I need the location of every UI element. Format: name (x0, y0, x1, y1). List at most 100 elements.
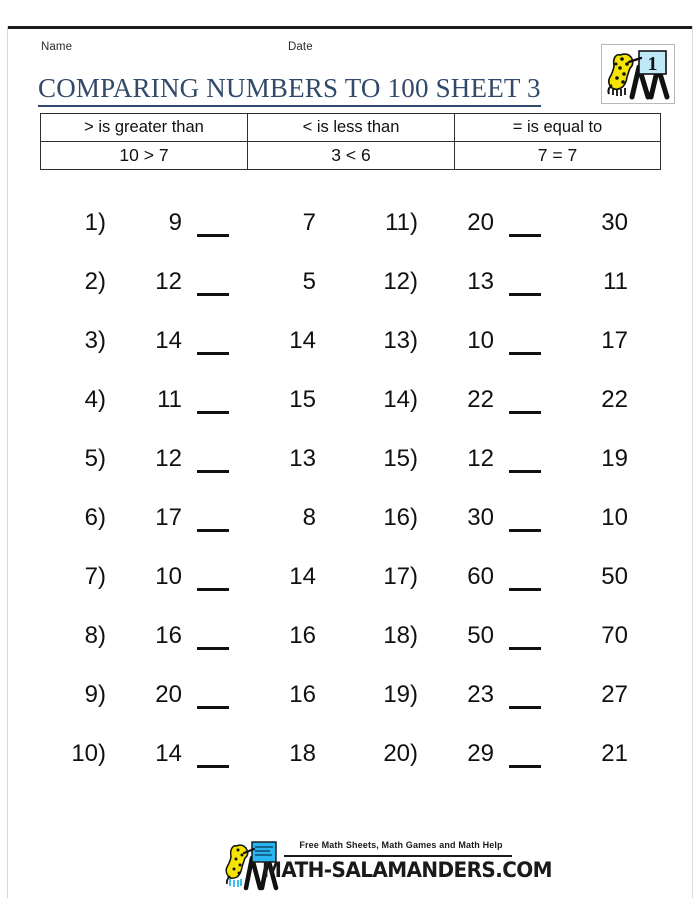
problem-row: 1) 9 7 11) 20 30 (38, 208, 662, 267)
problem-number: 9) (84, 681, 106, 708)
page-left-edge (7, 26, 8, 898)
right-operand: 17 (601, 327, 628, 354)
right-operand: 8 (302, 504, 316, 531)
problem-item: 14) 22 22 (350, 385, 662, 418)
right-operand: 14 (289, 563, 316, 590)
worksheet-page: Name Date COMPARING NUMBERS TO 100 SHEET… (0, 0, 700, 906)
left-operand: 20 (155, 681, 182, 708)
left-operand: 9 (168, 209, 182, 236)
left-operand: 10 (155, 563, 182, 590)
problem-number: 1) (84, 209, 106, 236)
problem-row: 5) 12 13 15) 12 19 (38, 444, 662, 503)
left-operand: 30 (467, 504, 494, 531)
right-operand: 70 (601, 622, 628, 649)
page-right-edge (692, 26, 693, 898)
answer-blank[interactable] (494, 447, 556, 477)
answer-blank[interactable] (494, 388, 556, 418)
left-operand: 12 (155, 268, 182, 295)
legend-cell-greater-ex: 10 > 7 (40, 141, 248, 170)
left-operand: 60 (467, 563, 494, 590)
problem-number: 19) (383, 681, 418, 708)
right-operand: 18 (289, 740, 316, 767)
answer-blank[interactable] (182, 211, 244, 241)
problem-number: 8) (84, 622, 106, 649)
problem-item: 4) 11 15 (38, 385, 350, 418)
problem-item: 7) 10 14 (38, 562, 350, 595)
right-operand: 15 (289, 386, 316, 413)
right-operand: 19 (601, 445, 628, 472)
problem-number: 2) (84, 268, 106, 295)
answer-blank[interactable] (182, 388, 244, 418)
left-operand: 22 (467, 386, 494, 413)
legend-cell-equal-ex: 7 = 7 (454, 141, 661, 170)
problem-number: 3) (84, 327, 106, 354)
date-label: Date (288, 41, 313, 53)
problem-row: 2) 12 5 12) 13 11 (38, 267, 662, 326)
legend-cell-equal-def: = is equal to (454, 113, 661, 142)
problem-number: 5) (84, 445, 106, 472)
answer-blank[interactable] (182, 506, 244, 536)
answer-blank[interactable] (182, 447, 244, 477)
left-operand: 50 (467, 622, 494, 649)
problem-number: 14) (383, 386, 418, 413)
right-operand: 16 (289, 681, 316, 708)
salamander-easel-icon: 1 (607, 50, 670, 100)
problem-row: 4) 11 15 14) 22 22 (38, 385, 662, 444)
answer-blank[interactable] (182, 270, 244, 300)
left-operand: 16 (155, 622, 182, 649)
footer-brand: MATH-SALAMANDERS.COM (262, 857, 553, 883)
answer-blank[interactable] (494, 211, 556, 241)
problem-number: 18) (383, 622, 418, 649)
problem-row: 9) 20 16 19) 23 27 (38, 680, 662, 739)
problem-item: 13) 10 17 (350, 326, 662, 359)
problem-item: 3) 14 14 (38, 326, 350, 359)
left-operand: 20 (467, 209, 494, 236)
answer-blank[interactable] (494, 683, 556, 713)
problem-item: 16) 30 10 (350, 503, 662, 536)
right-operand: 14 (289, 327, 316, 354)
problem-number: 4) (84, 386, 106, 413)
symbol-legend-table: > is greater than < is less than = is eq… (40, 113, 661, 170)
problems-grid: 1) 9 7 11) 20 30 2) 12 5 12) 13 11 3) 14… (38, 208, 662, 798)
answer-blank[interactable] (494, 624, 556, 654)
legend-cell-greater-def: > is greater than (40, 113, 248, 142)
left-operand: 13 (467, 268, 494, 295)
answer-blank[interactable] (494, 270, 556, 300)
right-operand: 7 (302, 209, 316, 236)
answer-blank[interactable] (494, 506, 556, 536)
answer-blank[interactable] (494, 742, 556, 772)
answer-blank[interactable] (494, 329, 556, 359)
problem-item: 1) 9 7 (38, 208, 350, 241)
answer-blank[interactable] (182, 329, 244, 359)
name-label: Name (41, 41, 73, 53)
problem-item: 8) 16 16 (38, 621, 350, 654)
answer-blank[interactable] (182, 742, 244, 772)
grade-logo: 1 (601, 44, 675, 104)
problem-number: 7) (84, 563, 106, 590)
problem-number: 16) (383, 504, 418, 531)
right-operand: 13 (289, 445, 316, 472)
problem-row: 6) 17 8 16) 30 10 (38, 503, 662, 562)
problem-number: 20) (383, 740, 418, 767)
right-operand: 22 (601, 386, 628, 413)
answer-blank[interactable] (182, 683, 244, 713)
problem-item: 19) 23 27 (350, 680, 662, 713)
problem-item: 11) 20 30 (350, 208, 662, 241)
answer-blank[interactable] (494, 565, 556, 595)
right-operand: 30 (601, 209, 628, 236)
problem-row: 3) 14 14 13) 10 17 (38, 326, 662, 385)
right-operand: 16 (289, 622, 316, 649)
problem-row: 8) 16 16 18) 50 70 (38, 621, 662, 680)
answer-blank[interactable] (182, 624, 244, 654)
right-operand: 5 (302, 268, 316, 295)
left-operand: 14 (155, 327, 182, 354)
problem-number: 13) (383, 327, 418, 354)
problem-number: 10) (71, 740, 106, 767)
problem-row: 7) 10 14 17) 60 50 (38, 562, 662, 621)
answer-blank[interactable] (182, 565, 244, 595)
right-operand: 11 (603, 268, 628, 295)
footer-tagline: Free Math Sheets, Math Games and Math He… (299, 840, 503, 850)
left-operand: 23 (467, 681, 494, 708)
right-operand: 21 (601, 740, 628, 767)
problem-item: 10) 14 18 (38, 739, 350, 772)
